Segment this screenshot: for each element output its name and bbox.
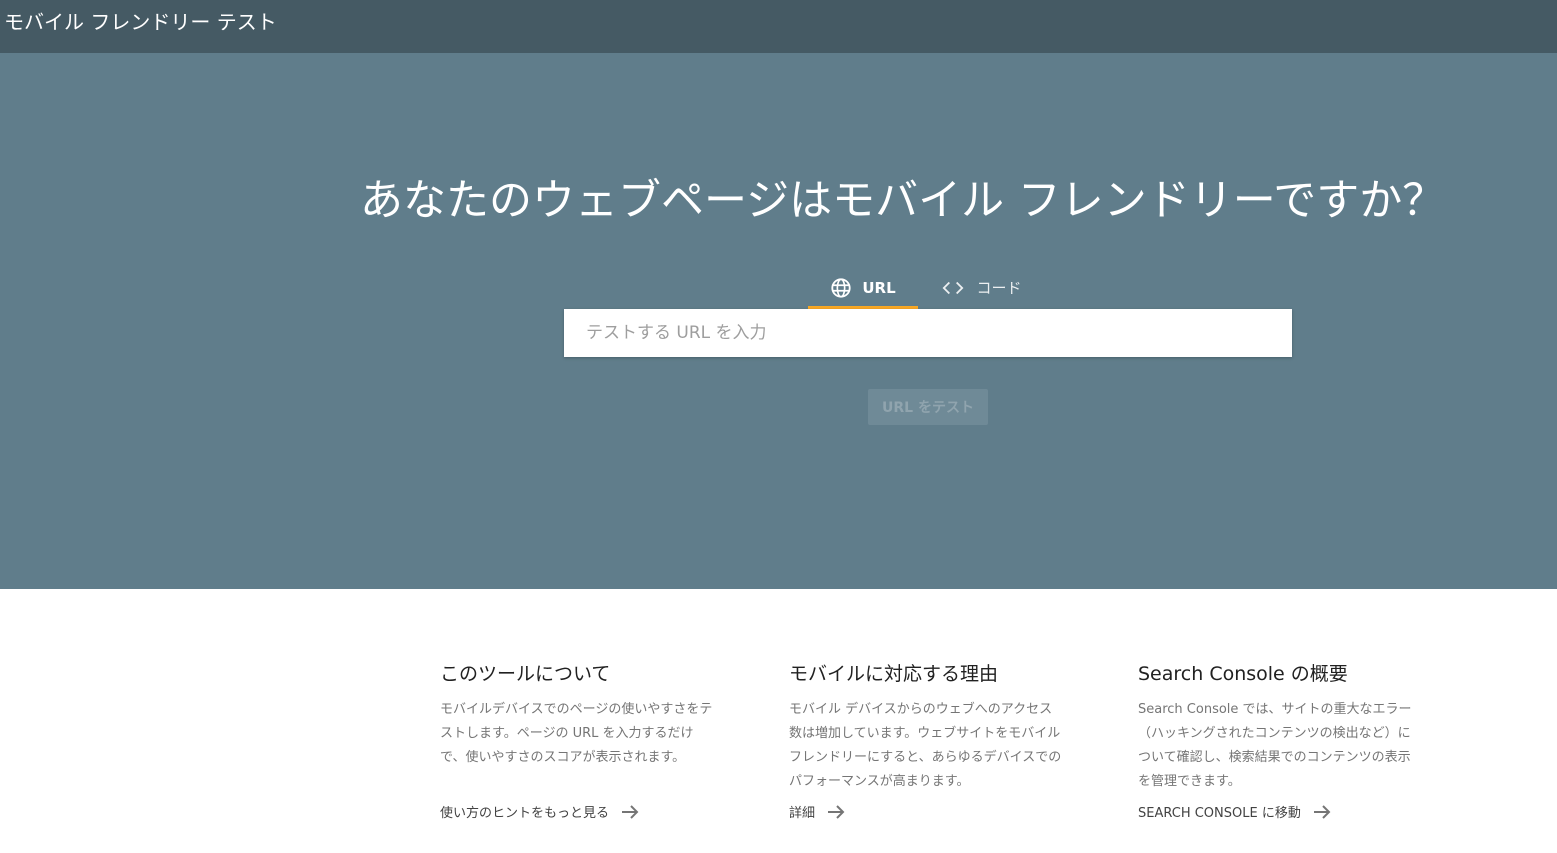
globe-icon: [830, 277, 852, 299]
info-body: Search Console では、サイトの重大なエラー（ハッキングされたコンテ…: [1138, 702, 1412, 789]
arrow-right-icon: [827, 804, 845, 819]
page-headline: あなたのウェブページはモバイル フレンドリーですか？: [360, 176, 1446, 226]
app-title: モバイル フレンドリー テスト: [4, 10, 277, 34]
test-url-button[interactable]: URL をテスト: [868, 389, 988, 425]
arrow-right-icon: [1313, 804, 1331, 819]
info-body: モバイル デバイスからのウェブへのアクセス数は増加しています。ウェブサイトをモバ…: [789, 702, 1062, 789]
arrow-right-icon: [621, 804, 639, 819]
tab-url-label: URL: [862, 278, 896, 297]
info-title: このツールについて: [440, 663, 611, 685]
url-input-container: [564, 309, 1292, 357]
tab-url[interactable]: URL: [808, 266, 918, 309]
search-console-link[interactable]: SEARCH CONSOLE に移動: [1138, 802, 1331, 821]
details-link[interactable]: 詳細: [789, 802, 845, 821]
top-app-bar: モバイル フレンドリー テスト: [0, 0, 1557, 53]
info-search-console: Search Console の概要 Search Console では、サイト…: [1138, 660, 1438, 821]
code-icon: [942, 280, 964, 296]
info-why-mobile: モバイルに対応する理由 モバイル デバイスからのウェブへのアクセス数は増加してい…: [789, 660, 1089, 821]
tab-code-label: コード: [976, 279, 1022, 297]
more-tips-link[interactable]: 使い方のヒントをもっと見る: [440, 802, 639, 821]
url-input[interactable]: [564, 309, 1292, 357]
info-title: Search Console の概要: [1138, 663, 1348, 685]
link-label: 詳細: [789, 806, 816, 821]
tab-code[interactable]: コード: [932, 266, 1032, 309]
link-label: 使い方のヒントをもっと見る: [440, 806, 610, 821]
info-body: モバイルデバイスでのページの使いやすさをテストします。ページの URL を入力す…: [440, 702, 713, 765]
info-title: モバイルに対応する理由: [789, 663, 999, 685]
link-label: SEARCH CONSOLE に移動: [1138, 806, 1301, 821]
info-about-tool: このツールについて モバイルデバイスでのページの使いやすさをテストします。ページ…: [440, 660, 740, 821]
